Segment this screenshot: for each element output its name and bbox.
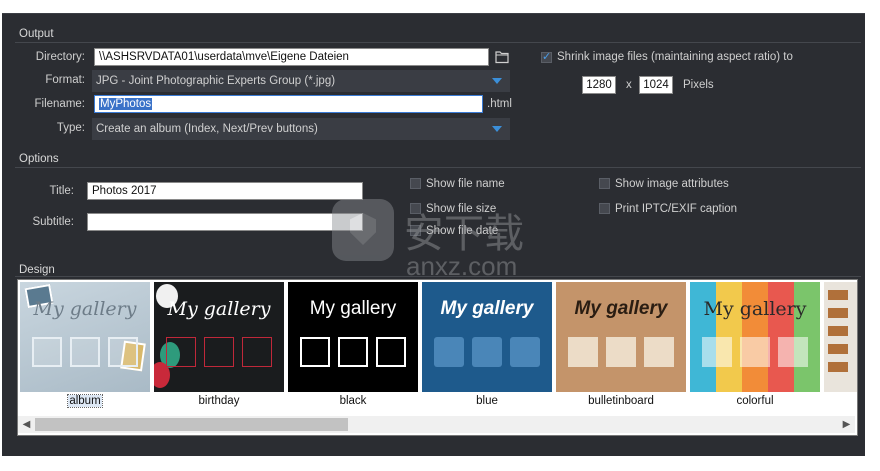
type-label: Type: xyxy=(56,122,85,134)
gallery-title: My gallery xyxy=(167,298,271,320)
type-select[interactable]: Create an album (Index, Next/Prev button… xyxy=(92,118,510,140)
show-file-name-checkbox[interactable] xyxy=(410,178,421,189)
directory-label: Directory: xyxy=(35,51,85,63)
theme-label-album[interactable]: album xyxy=(20,394,150,408)
print-iptc-label: Print IPTC/EXIF caption xyxy=(615,203,738,215)
scroll-left-icon[interactable]: ◀ xyxy=(18,416,35,433)
show-image-attributes-checkbox[interactable] xyxy=(599,178,610,189)
show-file-size-checkbox[interactable] xyxy=(410,203,421,214)
print-iptc-checkbox[interactable] xyxy=(599,203,610,214)
show-file-date-label: Show file date xyxy=(426,225,499,237)
watermark-domain: anxz.com xyxy=(406,251,518,281)
width-input[interactable]: 1280 xyxy=(582,76,616,94)
options-section-title: Options xyxy=(19,153,59,165)
theme-thumb-black[interactable]: My gallery xyxy=(288,282,418,392)
design-section-divider xyxy=(15,276,861,277)
dimension-separator: x xyxy=(626,79,632,91)
theme-label-colorful[interactable]: colorful xyxy=(690,395,820,407)
show-file-date-checkbox[interactable] xyxy=(410,225,421,236)
height-input[interactable]: 1024 xyxy=(639,76,673,94)
type-select-value: Create an album (Index, Next/Prev button… xyxy=(96,123,318,135)
title-input[interactable]: Photos 2017 xyxy=(87,182,363,200)
theme-thumb-album[interactable]: My gallery xyxy=(20,282,150,392)
design-gallery[interactable]: My gallery album My gallery birthday My … xyxy=(17,279,858,436)
title-label: Title: xyxy=(49,185,75,197)
filename-extension: .html xyxy=(487,98,512,110)
show-file-size-label: Show file size xyxy=(426,203,497,215)
gallery-title: My gallery xyxy=(33,298,137,320)
show-file-name-label: Show file name xyxy=(426,178,505,190)
format-label: Format: xyxy=(45,74,85,86)
chevron-down-icon xyxy=(492,78,502,84)
chevron-down-icon xyxy=(492,126,502,132)
theme-thumb-partial[interactable] xyxy=(824,282,857,392)
theme-label-black[interactable]: black xyxy=(288,395,418,407)
theme-label-bulletinboard[interactable]: bulletinboard xyxy=(556,395,686,407)
theme-thumb-birthday[interactable]: My gallery xyxy=(154,282,284,392)
filename-input[interactable]: MyPhotos xyxy=(94,95,483,113)
theme-thumb-blue[interactable]: My gallery xyxy=(422,282,552,392)
pixels-label: Pixels xyxy=(683,79,714,91)
output-section-divider xyxy=(15,42,861,43)
subtitle-input[interactable] xyxy=(87,213,363,231)
scroll-right-icon[interactable]: ▶ xyxy=(838,416,855,433)
filename-selected-text: MyPhotos xyxy=(99,98,153,110)
gallery-title: My gallery xyxy=(703,298,807,320)
gallery-title: My gallery xyxy=(574,298,668,319)
html-export-dialog: Output Directory: \\ASHSRVDATA01\userdat… xyxy=(2,13,865,456)
format-select[interactable]: JPG - Joint Photographic Experts Group (… xyxy=(92,70,510,92)
gallery-title: My gallery xyxy=(440,298,534,319)
gallery-title: My gallery xyxy=(309,298,397,319)
theme-thumb-bulletinboard[interactable]: My gallery xyxy=(556,282,686,392)
scrollbar-thumb[interactable] xyxy=(35,418,348,431)
output-section-title: Output xyxy=(19,28,54,40)
folder-browse-icon[interactable] xyxy=(494,49,510,65)
show-image-attributes-label: Show image attributes xyxy=(615,178,729,190)
gallery-horizontal-scrollbar[interactable]: ◀ ▶ xyxy=(18,416,855,433)
decoration xyxy=(828,290,848,380)
theme-label-blue[interactable]: blue xyxy=(422,395,552,407)
directory-input[interactable]: \\ASHSRVDATA01\userdata\mve\Eigene Datei… xyxy=(94,48,489,66)
shrink-checkbox[interactable] xyxy=(541,50,552,63)
design-section-title: Design xyxy=(19,264,55,276)
options-section-divider xyxy=(15,167,861,168)
theme-thumb-colorful[interactable]: My gallery xyxy=(690,282,820,392)
theme-label-birthday[interactable]: birthday xyxy=(154,395,284,407)
filename-label: Filename: xyxy=(34,98,86,110)
subtitle-label: Subtitle: xyxy=(32,216,74,228)
format-select-value: JPG - Joint Photographic Experts Group (… xyxy=(96,75,336,87)
shrink-label: Shrink image files (maintaining aspect r… xyxy=(557,51,793,63)
